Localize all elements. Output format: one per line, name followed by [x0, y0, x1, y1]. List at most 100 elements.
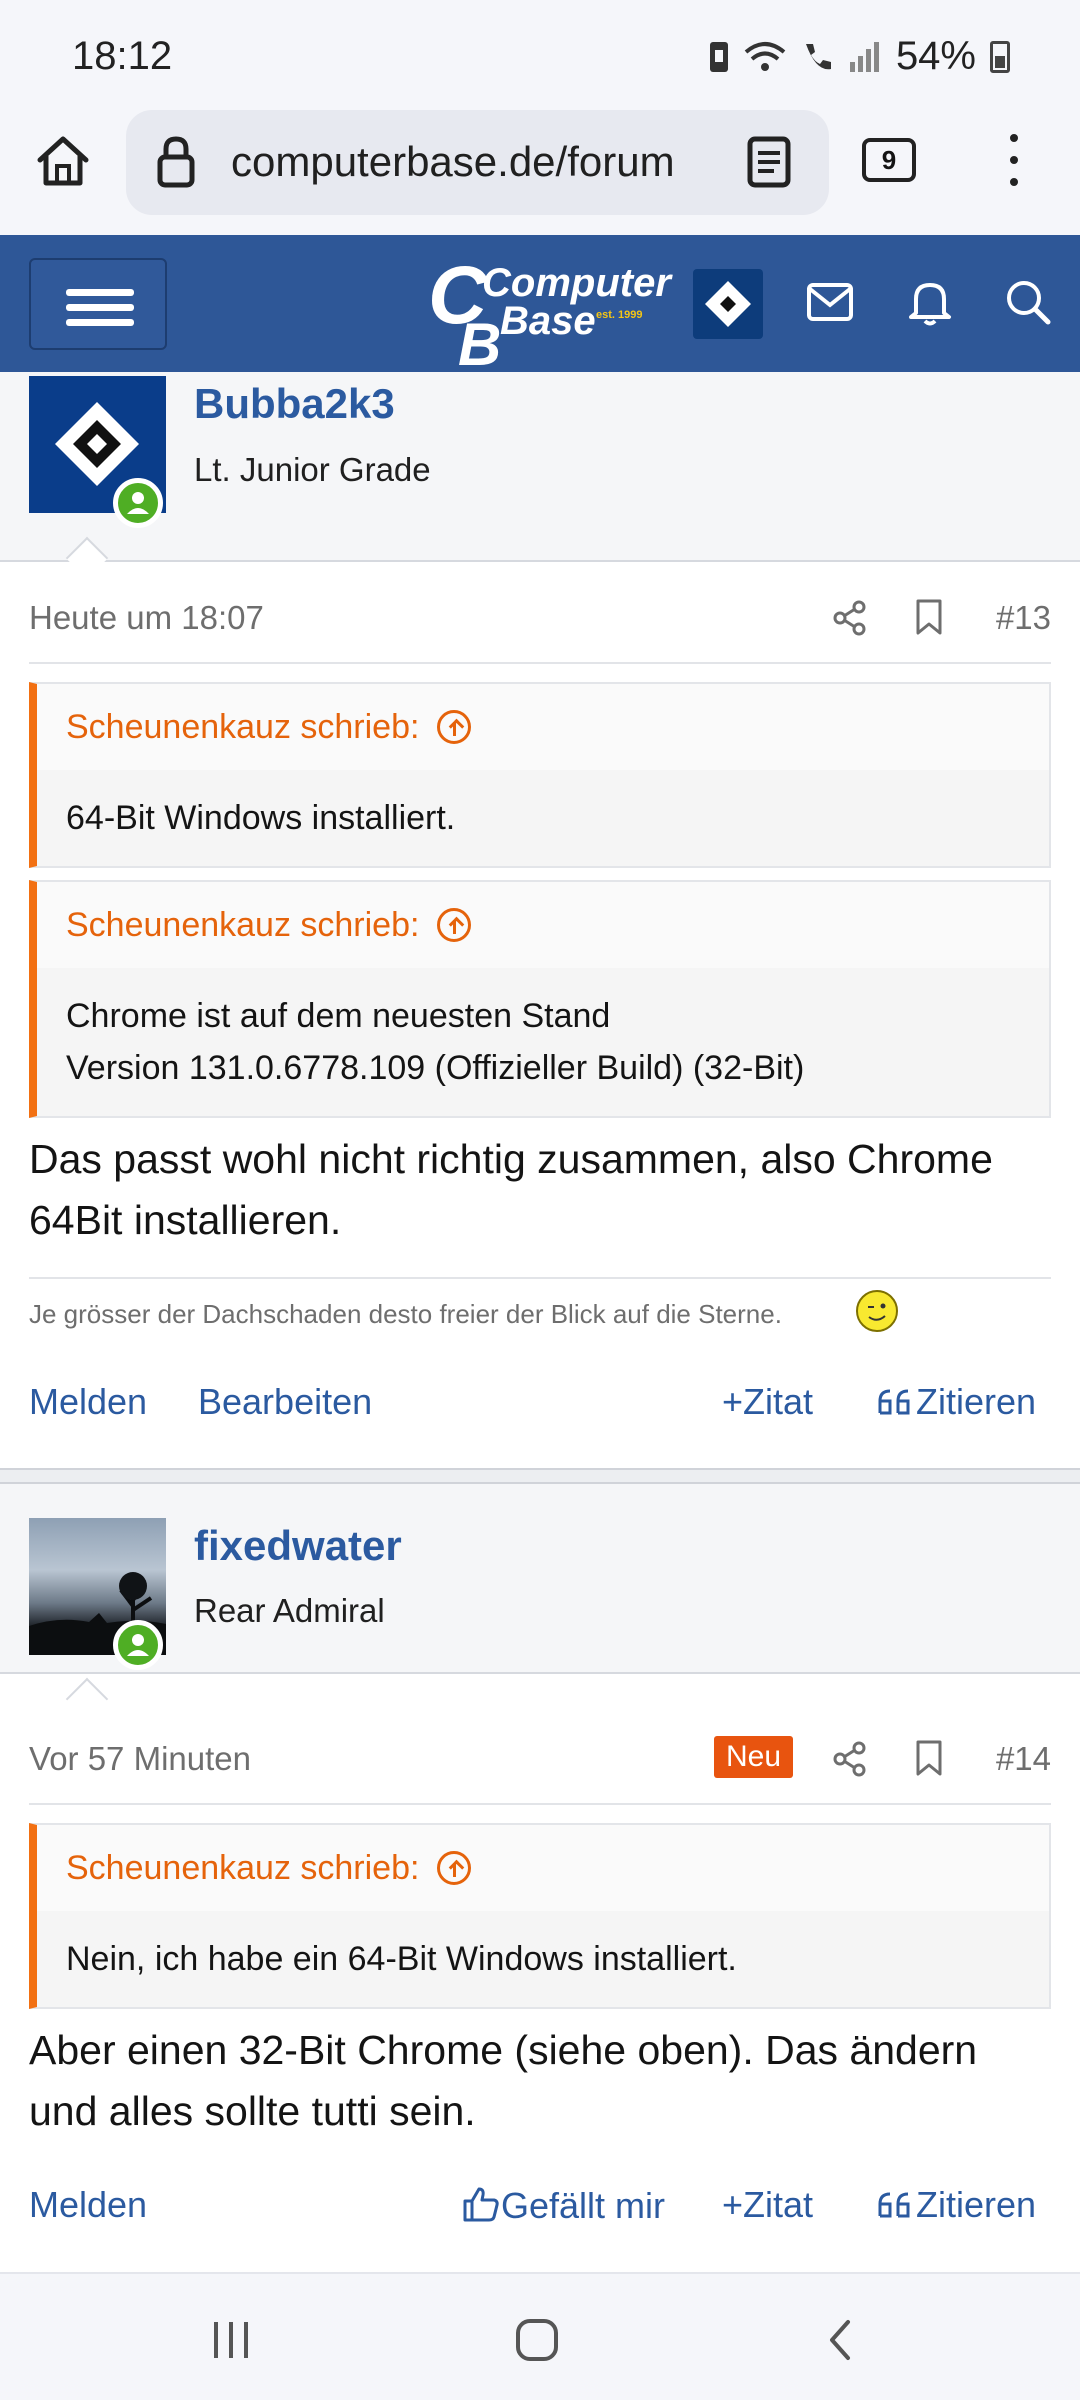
bookmark-icon[interactable] [914, 598, 944, 636]
report-link[interactable]: Melden [29, 1381, 147, 1423]
author-rank: Lt. Junior Grade [194, 451, 431, 488]
quote-marks-icon [878, 1389, 910, 1415]
post-time[interactable]: Vor 57 Minuten [29, 1740, 251, 1778]
thumbs-up-icon [463, 2187, 499, 2222]
quote-line: 64-Bit Windows installiert. [66, 799, 456, 837]
quote-header[interactable]: Scheunenkauz schrieb: [37, 882, 1049, 968]
reply-quote-link[interactable]: Zitieren [876, 2184, 1036, 2226]
report-link[interactable]: Melden [29, 2184, 147, 2226]
wifi-call-icon [744, 41, 786, 71]
more-options-icon[interactable] [1010, 134, 1020, 194]
address-bar[interactable]: computerbase.de/forum [126, 110, 829, 215]
quote-line: Version 131.0.6778.109 (Offizieller Buil… [66, 1049, 805, 1087]
status-bar: 18:12 54% [0, 0, 1080, 110]
reader-mode-icon[interactable] [746, 135, 792, 189]
share-icon[interactable] [832, 1741, 868, 1777]
reply-quote-label: Zitieren [916, 1381, 1037, 1422]
logo-tag: est. 1999 [596, 309, 643, 321]
plus-icon: + [722, 2184, 744, 2225]
logo-line1: Computer [482, 261, 671, 305]
quote-line: Chrome ist auf dem neuesten Stand [66, 997, 611, 1035]
online-status-badge [113, 478, 163, 528]
add-quote-label: Zitat [743, 2184, 814, 2225]
battery-icon [990, 40, 1010, 73]
post-body-line: 64Bit installieren. [29, 1197, 342, 1243]
tab-switcher-button[interactable]: 9 [862, 138, 916, 182]
back-icon[interactable] [820, 2318, 860, 2362]
signal-icon [849, 41, 879, 72]
author-rank: Rear Admiral [194, 1592, 385, 1629]
quote-header[interactable]: Scheunenkauz schrieb: [37, 1825, 1049, 1911]
quote-body: 64-Bit Windows installiert. [37, 770, 1049, 866]
user-avatar-button[interactable] [693, 269, 763, 339]
post-number[interactable]: #13 [996, 599, 1051, 637]
quote-author[interactable]: Scheunenkauz schrieb: [66, 906, 419, 945]
quote-author[interactable]: Scheunenkauz schrieb: [66, 1849, 419, 1888]
post-meta-divider [29, 662, 1051, 664]
quote-author[interactable]: Scheunenkauz schrieb: [66, 708, 419, 747]
signature-text: Je grösser der Dachschaden desto freier … [29, 1299, 782, 1329]
home-icon[interactable] [34, 132, 92, 190]
post-body-line: Das passt wohl nicht richtig zusammen, a… [29, 1136, 993, 1182]
browser-toolbar: computerbase.de/forum 9 [0, 110, 1080, 235]
menu-button[interactable] [29, 258, 167, 350]
status-icons: 54% [708, 34, 1010, 79]
post-body: Aber einen 32-Bit Chrome (siehe oben). D… [29, 2020, 1059, 2142]
wink-smiley-icon [856, 1290, 898, 1332]
site-logo[interactable]: C B Computer Base est. 1999 [428, 253, 671, 375]
add-quote-label: Zitat [743, 1381, 814, 1422]
quote-block: Scheunenkauz schrieb: 64-Bit Windows ins… [29, 682, 1051, 868]
mail-icon[interactable] [806, 281, 854, 323]
post-author-header: fixedwater Rear Admiral [0, 1484, 1080, 1674]
quote-body: Chrome ist auf dem neuesten Stand Versio… [37, 968, 1049, 1116]
site-header: C B Computer Base est. 1999 [0, 235, 1080, 375]
rhombus-logo-icon [705, 281, 751, 327]
user-online-icon [127, 492, 149, 514]
user-online-icon [127, 1634, 149, 1656]
post-body-line: und alles sollte tutti sein. [29, 2088, 476, 2134]
post-body: Das passt wohl nicht richtig zusammen, a… [29, 1129, 1059, 1251]
header-pointer [65, 1677, 109, 1721]
online-status-badge [113, 1620, 163, 1670]
status-time: 18:12 [72, 34, 173, 78]
home-nav-icon[interactable] [514, 2318, 560, 2362]
author-name[interactable]: Bubba2k3 [194, 380, 395, 428]
add-quote-link[interactable]: +Zitat [722, 1381, 813, 1423]
quote-header[interactable]: Scheunenkauz schrieb: [37, 684, 1049, 770]
post-body-line: Aber einen 32-Bit Chrome (siehe oben). D… [29, 2027, 978, 2073]
quote-marks-icon [878, 2192, 910, 2218]
sim-icon [709, 41, 728, 72]
recent-apps-icon[interactable] [208, 2318, 254, 2362]
jump-to-quote-icon[interactable] [437, 710, 472, 744]
edit-link[interactable]: Bearbeiten [198, 1381, 372, 1423]
reply-quote-label: Zitieren [916, 2184, 1037, 2225]
post-time[interactable]: Heute um 18:07 [29, 599, 264, 637]
new-badge: Neu [714, 1736, 794, 1778]
post-meta-divider [29, 1803, 1051, 1805]
url-text[interactable]: computerbase.de/forum [231, 138, 831, 186]
quote-body: Nein, ich habe ein 64-Bit Windows instal… [37, 1911, 1049, 2007]
battery-percent: 54% [895, 34, 976, 78]
author-name[interactable]: fixedwater [194, 1522, 402, 1570]
quote-block: Scheunenkauz schrieb: Chrome ist auf dem… [29, 880, 1051, 1118]
jump-to-quote-icon[interactable] [437, 908, 472, 942]
like-label: Gefällt mir [501, 2185, 666, 2226]
quote-block: Scheunenkauz schrieb: Nein, ich habe ein… [29, 1823, 1051, 2009]
lock-icon[interactable] [156, 135, 196, 189]
search-icon[interactable] [1004, 277, 1052, 327]
bell-icon[interactable] [906, 277, 954, 327]
share-icon[interactable] [832, 600, 868, 636]
post-number[interactable]: #14 [996, 1740, 1051, 1778]
signature-divider [29, 1277, 1051, 1279]
logo-line2: Base [500, 299, 596, 343]
system-nav-bar [0, 2272, 1080, 2400]
bookmark-icon[interactable] [914, 1739, 944, 1777]
add-quote-link[interactable]: +Zitat [722, 2184, 813, 2226]
call-icon [805, 43, 831, 69]
logo-b: B [458, 311, 502, 378]
post-author-header: Bubba2k3 Lt. Junior Grade [0, 372, 1080, 562]
like-link[interactable]: Gefällt mir [461, 2184, 665, 2227]
reply-quote-link[interactable]: Zitieren [876, 1381, 1036, 1423]
jump-to-quote-icon[interactable] [437, 1851, 472, 1885]
post-divider [0, 1468, 1080, 1484]
